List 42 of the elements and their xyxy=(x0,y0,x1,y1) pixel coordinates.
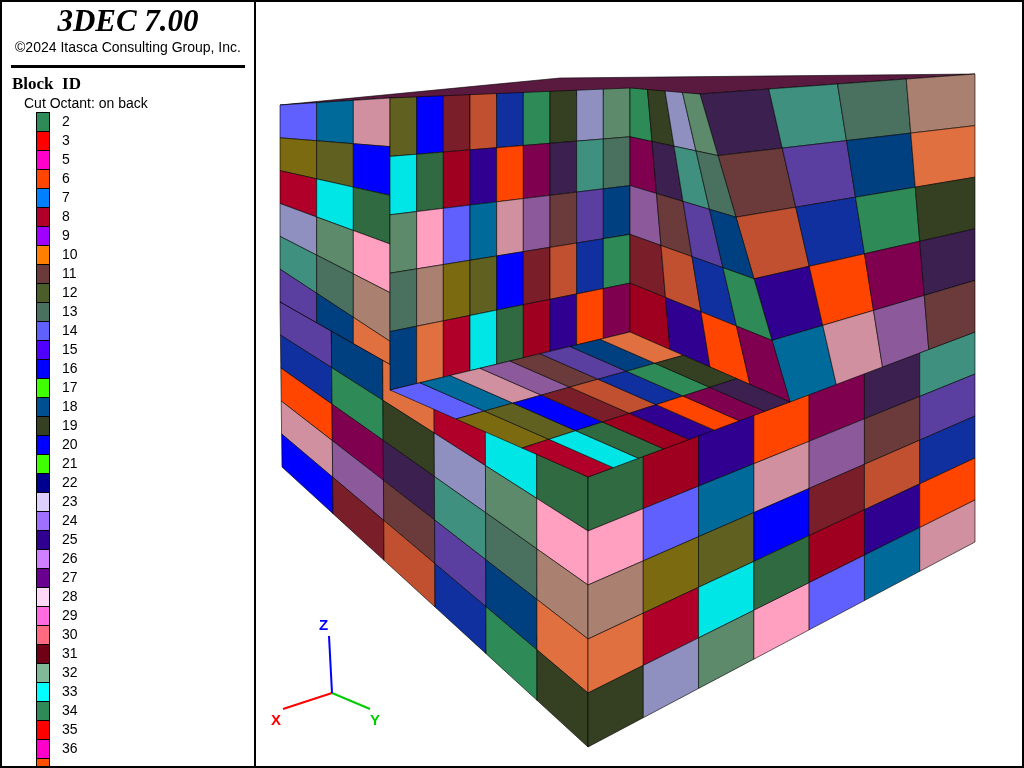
legend-label: 36 xyxy=(62,740,78,757)
legend-label: 3 xyxy=(62,132,70,149)
legend-subtitle: Cut Octant: on back xyxy=(24,95,148,112)
axis-label: X xyxy=(271,711,281,728)
legend-label: 13 xyxy=(62,303,78,320)
legend-title: Block ID xyxy=(12,74,81,94)
legend-label: 8 xyxy=(62,208,70,225)
legend-label: 29 xyxy=(62,607,78,624)
legend-label: 17 xyxy=(62,379,78,396)
copyright-text: ©2024 Itasca Consulting Group, Inc. xyxy=(14,38,242,56)
axis-label: Y xyxy=(370,711,380,728)
legend-label: 26 xyxy=(62,550,78,567)
legend-label: 16 xyxy=(62,360,78,377)
legend-label: 25 xyxy=(62,531,78,548)
legend-label: 34 xyxy=(62,702,78,719)
legend-label: 10 xyxy=(62,246,78,263)
legend-label: 27 xyxy=(62,569,78,586)
legend-label: 32 xyxy=(62,664,78,681)
legend-label: 18 xyxy=(62,398,78,415)
app-title: 3DEC 7.00 xyxy=(56,4,200,38)
legend-label: 9 xyxy=(62,227,70,244)
legend-label: 30 xyxy=(62,626,78,643)
legend-label: 7 xyxy=(62,189,70,206)
legend-label: 15 xyxy=(62,341,78,358)
legend-label: 12 xyxy=(62,284,78,301)
legend-label: 31 xyxy=(62,645,78,662)
legend-label: 5 xyxy=(62,151,70,168)
legend-label: 33 xyxy=(62,683,78,700)
legend-label: 14 xyxy=(62,322,78,339)
axis-label: Z xyxy=(319,616,329,633)
legend-label: 2 xyxy=(62,113,70,130)
legend-label: 6 xyxy=(62,170,70,187)
legend-label: 23 xyxy=(62,493,78,510)
legend-label: 20 xyxy=(62,436,78,453)
legend-label: 19 xyxy=(62,417,78,434)
legend-label: 22 xyxy=(62,474,78,491)
legend-label: 11 xyxy=(62,265,77,282)
axis-triad-icon xyxy=(282,635,371,710)
legend-label: 24 xyxy=(62,512,78,529)
legend-label: 28 xyxy=(62,588,78,605)
legend-label: 35 xyxy=(62,721,78,738)
legend-label: 21 xyxy=(62,455,78,472)
